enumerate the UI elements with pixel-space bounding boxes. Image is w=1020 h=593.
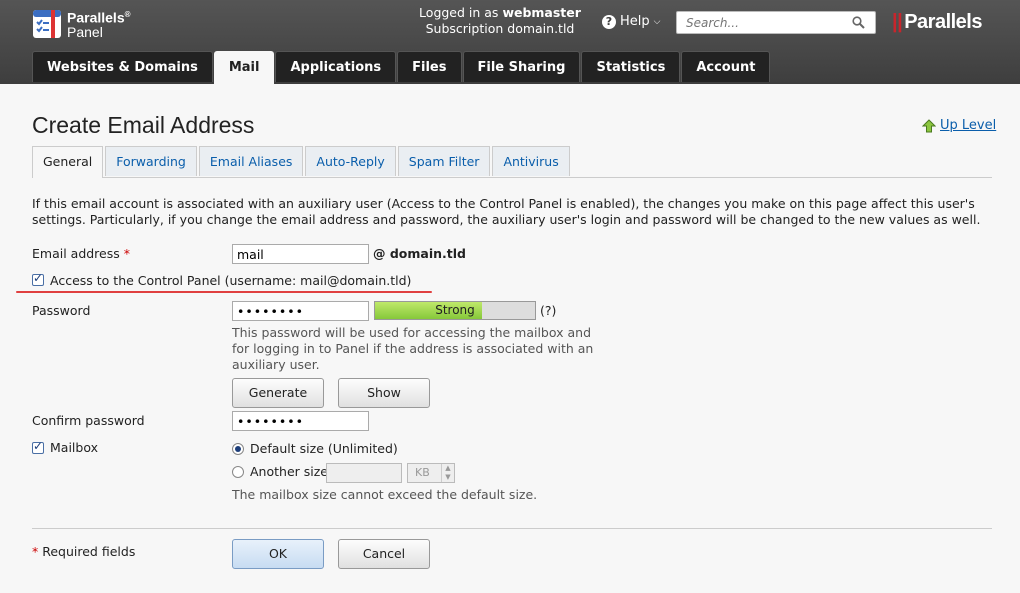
required-fields-note: * Required fields <box>32 544 135 559</box>
strength-help-link[interactable]: (?) <box>540 303 556 318</box>
help-menu[interactable]: ? Help ⌵ <box>602 14 660 29</box>
parallels-panel-logo-icon[interactable] <box>32 9 62 39</box>
required-mark-footer: * <box>32 544 39 559</box>
ok-button[interactable]: OK <box>232 539 324 569</box>
tab-websites-domains[interactable]: Websites & Domains <box>32 51 213 82</box>
default-size-label: Default size (Unlimited) <box>250 441 398 456</box>
up-level-label: Up Level <box>940 118 997 133</box>
logged-in-label: Logged in as <box>419 5 499 20</box>
required-fields-text: Required fields <box>42 544 136 559</box>
access-control-panel-checkbox[interactable] <box>32 271 44 286</box>
size-unit-value: KB <box>415 466 430 479</box>
search-icon[interactable] <box>852 16 865 29</box>
chevron-down-icon: ⌵ <box>653 16 661 27</box>
logo-line2: Panel <box>67 23 103 40</box>
email-domain: @ domain.tld <box>373 246 466 261</box>
mailbox-label: Mailbox <box>50 440 98 455</box>
search-box <box>676 11 876 34</box>
another-size-label: Another size <box>250 464 328 479</box>
sub-tabs: General Forwarding Email Aliases Auto-Re… <box>32 146 992 178</box>
password-strength-label: Strong <box>435 303 475 317</box>
parallels-brand-logo: || Parallels <box>892 11 982 34</box>
up-arrow-icon <box>922 118 936 132</box>
tab-statistics[interactable]: Statistics <box>581 51 681 82</box>
logo-text[interactable]: Parallels® Panel <box>67 8 131 39</box>
subscription-label: Subscription <box>425 21 504 36</box>
generate-button[interactable]: Generate <box>232 378 324 408</box>
tab-file-sharing[interactable]: File Sharing <box>462 51 581 82</box>
size-unit-select[interactable]: KB ▲ ▼ <box>407 463 455 483</box>
password-label: Password <box>32 303 91 318</box>
info-text: If this email account is associated with… <box>32 196 981 227</box>
subtab-auto-reply[interactable]: Auto-Reply <box>305 146 396 176</box>
required-mark: * <box>123 246 130 261</box>
show-button[interactable]: Show <box>338 378 430 408</box>
another-size-radio[interactable] <box>232 466 244 478</box>
confirm-password-label: Confirm password <box>32 413 145 428</box>
top-header: Parallels® Panel Logged in as webmaster … <box>0 0 1020 84</box>
brand-text: Parallels <box>904 11 982 33</box>
page-title: Create Email Address <box>32 112 255 138</box>
form-divider <box>32 528 992 529</box>
email-label-text: Email address <box>32 246 120 261</box>
cancel-button[interactable]: Cancel <box>338 539 430 569</box>
stepper-arrows-icon: ▲ ▼ <box>441 464 454 482</box>
help-icon: ? <box>602 14 616 29</box>
subtab-spam-filter[interactable]: Spam Filter <box>397 146 491 176</box>
subtab-general[interactable]: General <box>32 146 104 178</box>
password-strength-meter: Strong <box>374 301 536 320</box>
email-address-label: Email address * <box>32 246 130 261</box>
tab-applications[interactable]: Applications <box>275 51 397 82</box>
tab-files[interactable]: Files <box>397 51 462 82</box>
password-hint: This password will be used for accessing… <box>232 325 594 372</box>
mailbox-size-input[interactable] <box>326 463 402 483</box>
mailbox-hint: The mailbox size cannot exceed the defau… <box>232 487 538 502</box>
email-address-input[interactable] <box>232 244 369 264</box>
logo-reg: ® <box>124 10 131 19</box>
tab-mail[interactable]: Mail <box>213 51 275 84</box>
highlight-underline <box>16 291 432 293</box>
subtab-email-aliases[interactable]: Email Aliases <box>198 146 304 176</box>
default-size-radio[interactable] <box>232 443 244 455</box>
mailbox-checkbox[interactable] <box>32 439 44 454</box>
confirm-password-input[interactable] <box>232 411 369 431</box>
subtab-forwarding[interactable]: Forwarding <box>105 146 197 176</box>
up-level-link[interactable]: Up Level <box>922 118 996 133</box>
access-control-panel-label: Access to the Control Panel (username: m… <box>50 273 412 288</box>
main-nav-tabs: Websites & Domains Mail Applications Fil… <box>32 51 771 84</box>
subscription-value[interactable]: domain.tld <box>507 21 574 36</box>
parallels-bars-icon: || <box>892 11 903 33</box>
password-input[interactable] <box>232 301 369 321</box>
logged-in-user[interactable]: webmaster <box>502 5 581 20</box>
search-input[interactable] <box>684 12 853 34</box>
help-label: Help <box>620 14 650 29</box>
subtab-antivirus[interactable]: Antivirus <box>492 146 570 176</box>
header-top-bar: Parallels® Panel Logged in as webmaster … <box>0 0 1020 50</box>
login-info: Logged in as webmaster Subscription doma… <box>400 5 600 37</box>
tab-account[interactable]: Account <box>681 51 771 82</box>
